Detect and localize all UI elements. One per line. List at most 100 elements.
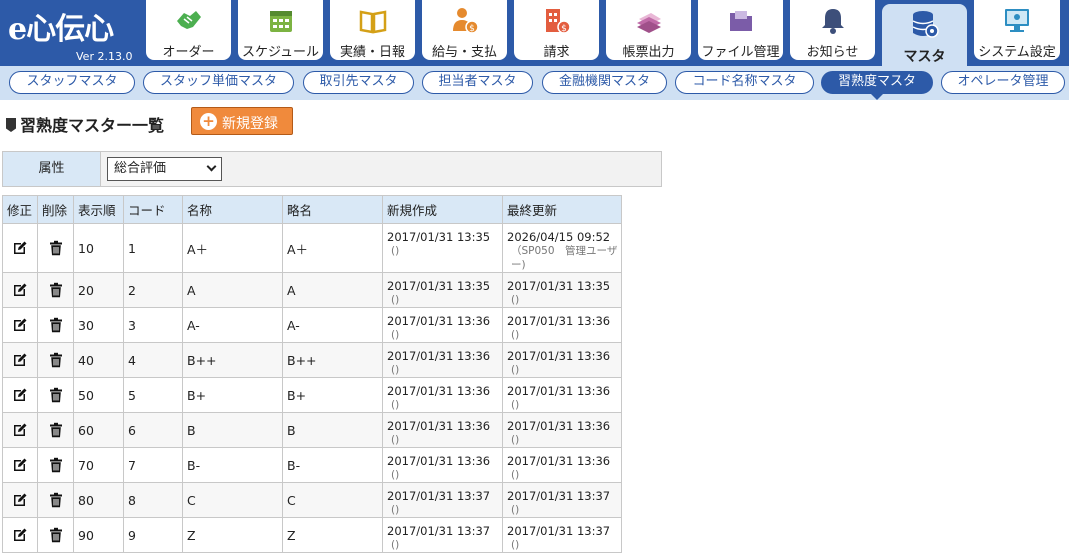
edit-cell[interactable]: [2, 307, 38, 343]
code-cell: 4: [123, 342, 183, 378]
delete-cell[interactable]: [37, 223, 74, 273]
delete-cell[interactable]: [37, 307, 74, 343]
created-by: (): [391, 469, 400, 481]
edit-icon[interactable]: [12, 352, 28, 368]
subnav-staff-master[interactable]: スタッフマスタ: [9, 71, 135, 94]
edit-icon[interactable]: [12, 492, 28, 508]
nav-tab-reports[interactable]: 帳票出力: [606, 0, 691, 60]
order-cell: 80: [73, 482, 124, 518]
attribute-selected-value: 総合評価: [114, 161, 167, 176]
updated-timestamp: 2017/01/31 13:37: [507, 489, 611, 503]
updated-timestamp: 2017/01/31 13:36: [507, 384, 611, 398]
database-gear-icon: [912, 11, 939, 38]
edit-icon[interactable]: [12, 240, 28, 256]
created-cell: 2017/01/31 13:36 (): [382, 447, 503, 483]
subnav-staff-rate-master[interactable]: スタッフ単価マスタ: [143, 71, 294, 94]
col-header-code: コード: [123, 195, 183, 224]
edit-cell[interactable]: [2, 272, 38, 308]
col-header-updated: 最終更新: [502, 195, 622, 224]
updated-by: (): [511, 364, 520, 376]
nav-tab-schedule[interactable]: スケジュール: [238, 0, 323, 60]
updated-by: (): [511, 329, 520, 341]
short-name-cell: Z: [282, 517, 383, 553]
edit-cell[interactable]: [2, 482, 38, 518]
name-cell: C: [182, 482, 283, 518]
updated-cell: 2017/01/31 13:37 (): [502, 482, 622, 518]
edit-cell[interactable]: [2, 223, 38, 273]
edit-icon[interactable]: [12, 422, 28, 438]
nav-tab-notices[interactable]: お知らせ: [790, 0, 875, 60]
edit-icon[interactable]: [12, 387, 28, 403]
edit-cell[interactable]: [2, 377, 38, 413]
nav-tab-order[interactable]: オーダー: [146, 0, 231, 60]
table-row: 70 7 B- B- 2017/01/31 13:36 () 2017/01/3…: [2, 447, 622, 483]
order-cell: 10: [73, 223, 124, 273]
updated-by: (): [511, 294, 520, 306]
delete-cell[interactable]: [37, 377, 74, 413]
created-by: (): [391, 434, 400, 446]
trash-icon[interactable]: [48, 317, 64, 333]
plus-icon: +: [200, 113, 217, 130]
updated-timestamp: 2017/01/31 13:37: [507, 524, 611, 538]
app-logo[interactable]: e心伝心 Ver 2.13.0: [0, 0, 145, 66]
subnav-operator-management[interactable]: オペレータ管理: [941, 71, 1065, 94]
code-cell: 5: [123, 377, 183, 413]
nav-tab-system-settings[interactable]: システム設定: [974, 0, 1060, 60]
code-cell: 7: [123, 447, 183, 483]
short-name-cell: B++: [282, 342, 383, 378]
edit-cell[interactable]: [2, 517, 38, 553]
col-header-name: 名称: [182, 195, 283, 224]
delete-cell[interactable]: [37, 412, 74, 448]
updated-by: (): [511, 399, 520, 411]
delete-cell[interactable]: [37, 517, 74, 553]
nav-tab-files[interactable]: ファイル管理: [698, 0, 783, 60]
delete-cell[interactable]: [37, 482, 74, 518]
edit-cell[interactable]: [2, 412, 38, 448]
nav-tab-master[interactable]: マスタ: [882, 4, 967, 70]
attribute-select[interactable]: 総合評価: [107, 157, 222, 181]
subnav-code-name-master[interactable]: コード名称マスタ: [675, 71, 814, 94]
logo-text: e心伝心: [8, 12, 114, 47]
name-cell: B-: [182, 447, 283, 483]
order-cell: 70: [73, 447, 124, 483]
delete-cell[interactable]: [37, 447, 74, 483]
trash-icon[interactable]: [48, 527, 64, 543]
updated-by: (): [511, 434, 520, 446]
created-cell: 2017/01/31 13:35 (): [382, 223, 503, 273]
trash-icon[interactable]: [48, 282, 64, 298]
updated-timestamp: 2017/01/31 13:35: [507, 279, 611, 293]
subnav-client-master[interactable]: 取引先マスタ: [303, 71, 414, 94]
nav-tab-results[interactable]: 実績・日報: [330, 0, 415, 60]
trash-icon[interactable]: [48, 352, 64, 368]
app-version: Ver 2.13.0: [76, 50, 133, 63]
short-name-cell: A: [282, 272, 383, 308]
delete-cell[interactable]: [37, 342, 74, 378]
trash-icon[interactable]: [48, 240, 64, 256]
edit-cell[interactable]: [2, 447, 38, 483]
nav-tab-payroll[interactable]: $ 給与・支払: [422, 0, 507, 60]
trash-icon[interactable]: [48, 387, 64, 403]
edit-icon[interactable]: [12, 317, 28, 333]
updated-cell: 2017/01/31 13:35 (): [502, 272, 622, 308]
updated-timestamp: 2017/01/31 13:36: [507, 454, 611, 468]
subnav-contact-master[interactable]: 担当者マスタ: [422, 71, 533, 94]
edit-icon[interactable]: [12, 527, 28, 543]
created-timestamp: 2017/01/31 13:36: [387, 349, 491, 363]
trash-icon[interactable]: [48, 422, 64, 438]
edit-cell[interactable]: [2, 342, 38, 378]
table-row: 30 3 A- A- 2017/01/31 13:36 () 2017/01/3…: [2, 307, 622, 343]
nav-tab-billing[interactable]: $ 請求: [514, 0, 599, 60]
col-header-delete: 削除: [37, 195, 74, 224]
trash-icon[interactable]: [48, 457, 64, 473]
edit-icon[interactable]: [12, 282, 28, 298]
order-cell: 30: [73, 307, 124, 343]
proficiency-table: 修正 削除 表示順 コード 名称 略名 新規作成 最終更新 10 1 A＋ A＋…: [2, 195, 622, 553]
created-timestamp: 2017/01/31 13:35: [387, 230, 491, 244]
created-by: (): [391, 245, 400, 257]
subnav-bank-master[interactable]: 金融機関マスタ: [542, 71, 667, 94]
created-cell: 2017/01/31 13:37 (): [382, 482, 503, 518]
edit-icon[interactable]: [12, 457, 28, 473]
delete-cell[interactable]: [37, 272, 74, 308]
new-registration-button[interactable]: + 新規登録: [191, 107, 293, 135]
trash-icon[interactable]: [48, 492, 64, 508]
